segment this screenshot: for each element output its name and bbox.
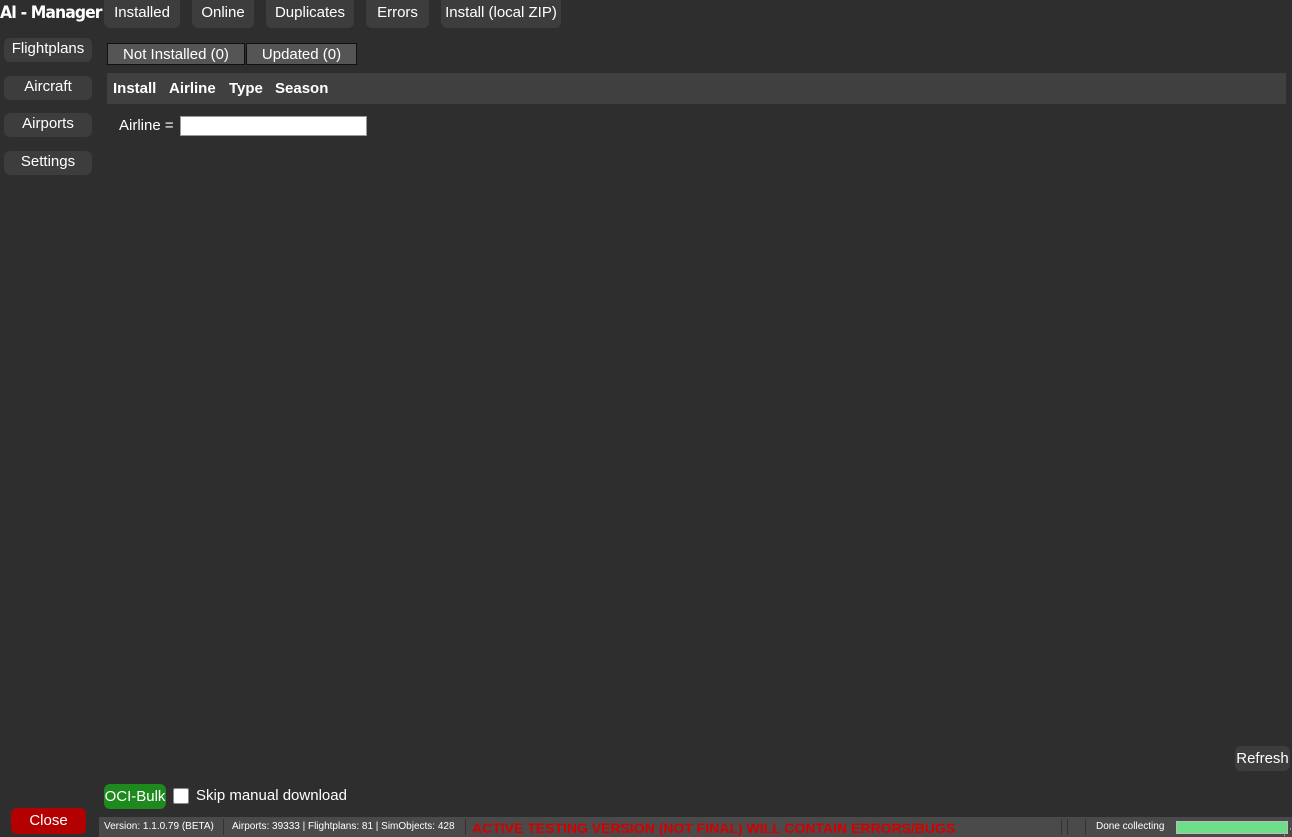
status-separator <box>465 819 466 835</box>
subtab-not-installed[interactable]: Not Installed (0) <box>107 43 245 65</box>
sidebar-item-aircraft[interactable]: Aircraft <box>4 76 92 100</box>
close-button[interactable]: Close <box>11 808 86 834</box>
table-header: Install Airline Type Season <box>107 73 1286 104</box>
collection-progress-fill <box>1177 822 1287 833</box>
airline-filter-label: Airline = <box>119 117 174 134</box>
sidebar-item-flightplans[interactable]: Flightplans <box>4 38 92 62</box>
version-text: Version: 1.1.0.79 (BETA) <box>104 821 214 832</box>
tab-install-local-zip[interactable]: Install (local ZIP) <box>441 0 561 28</box>
stats-text: Airports: 39333 | Flightplans: 81 | SimO… <box>232 821 455 832</box>
column-header-airline[interactable]: Airline <box>169 73 216 104</box>
oci-bulk-button[interactable]: OCI-Bulk <box>104 784 166 809</box>
sidebar-item-airports[interactable]: Airports <box>4 113 92 137</box>
collection-progress-bar <box>1176 821 1288 834</box>
status-separator <box>1061 819 1062 835</box>
tab-errors[interactable]: Errors <box>366 0 429 28</box>
sidebar-item-settings[interactable]: Settings <box>4 151 92 175</box>
skip-manual-download-label: Skip manual download <box>196 787 347 804</box>
status-separator <box>223 819 224 835</box>
collection-status-text: Done collecting <box>1096 821 1165 832</box>
testing-warning-text: ACTIVE TESTING VERSION (NOT FINAL) WILL … <box>472 820 956 836</box>
refresh-button[interactable]: Refresh <box>1235 746 1290 771</box>
ai-manager-window: AI - Manager Installed Online Duplicates… <box>0 0 1292 837</box>
airline-filter-input[interactable] <box>180 116 367 136</box>
tab-online[interactable]: Online <box>192 0 254 28</box>
app-title: AI - Manager <box>0 3 103 23</box>
column-header-install[interactable]: Install <box>113 73 156 104</box>
resize-grip-icon[interactable]: ⋰ <box>1282 827 1292 837</box>
subtab-updated[interactable]: Updated (0) <box>246 43 357 65</box>
skip-manual-download-checkbox[interactable] <box>173 788 189 804</box>
status-separator <box>1067 819 1068 835</box>
status-bar: Version: 1.1.0.79 (BETA) Airports: 39333… <box>99 817 1292 837</box>
status-separator <box>1085 819 1086 835</box>
column-header-season[interactable]: Season <box>275 73 328 104</box>
tab-installed[interactable]: Installed <box>104 0 180 28</box>
column-header-type[interactable]: Type <box>229 73 263 104</box>
tab-duplicates[interactable]: Duplicates <box>266 0 354 28</box>
